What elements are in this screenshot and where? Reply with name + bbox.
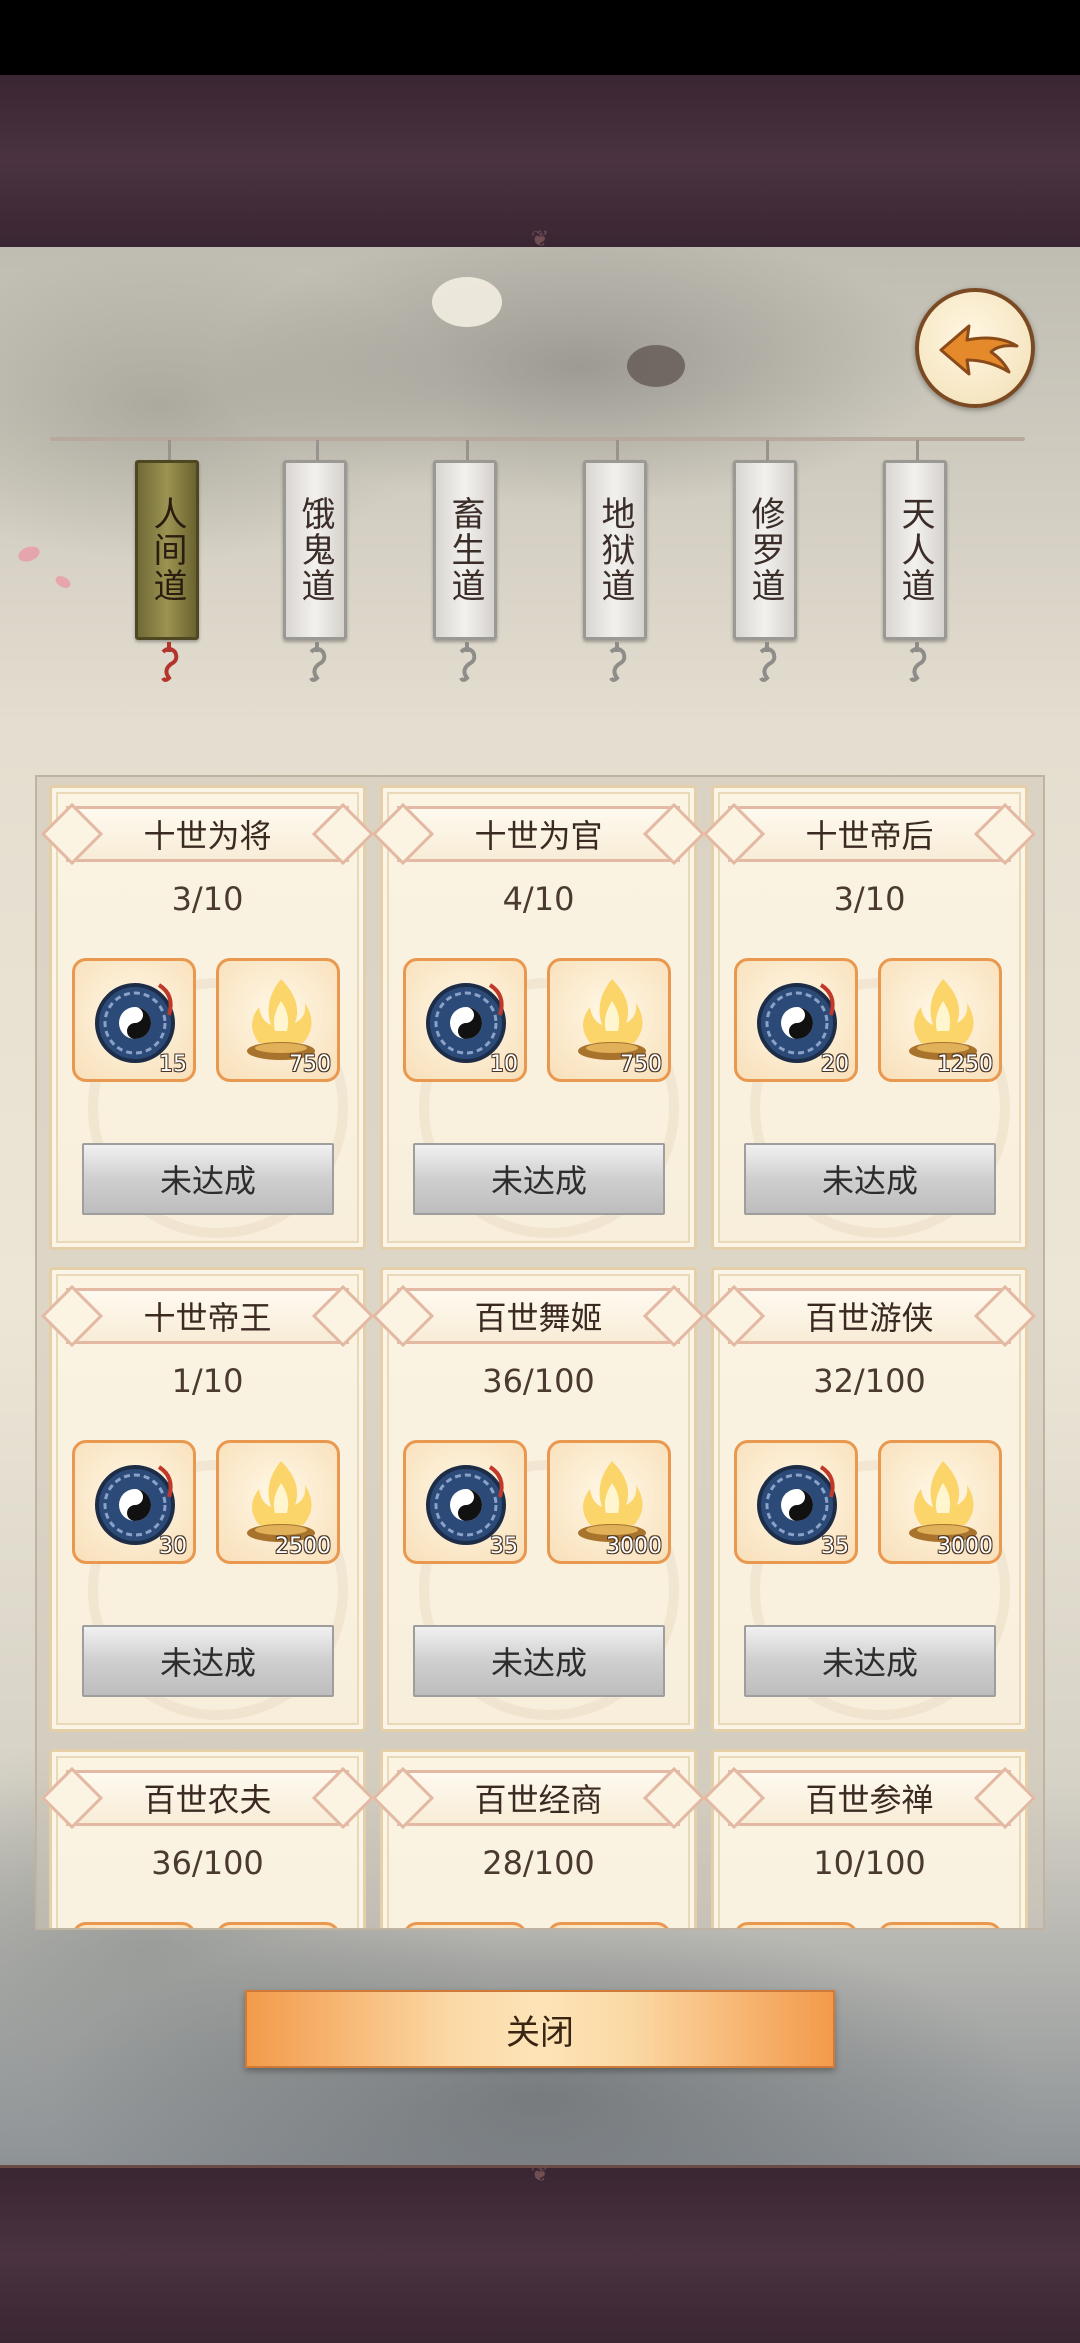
achievement-card: 十世为官 4/10 10 750 未达成 — [380, 785, 697, 1250]
status-button[interactable]: 未达成 — [82, 1625, 334, 1697]
status-button[interactable]: 未达成 — [744, 1625, 996, 1697]
reward-item[interactable]: 20 — [734, 958, 858, 1082]
status-button[interactable]: 未达成 — [413, 1143, 665, 1215]
tab-label-plate: 人间道 — [135, 460, 199, 640]
achievement-card: 十世为将 3/10 15 750 未达成 — [49, 785, 366, 1250]
tab-renjian[interactable]: 人间道 — [135, 440, 205, 690]
card-title: 百世参禅 — [728, 1770, 1011, 1826]
bottom-frame-band: ❦ — [0, 2162, 1080, 2343]
reward-item[interactable]: 15 — [72, 958, 196, 1082]
reward-item[interactable]: 3000 — [547, 1440, 671, 1564]
tab-chusheng[interactable]: 畜生道 — [433, 440, 503, 690]
reward-item[interactable]: 3000 — [878, 1440, 1002, 1564]
achievement-card: 百世农夫 36/100 — [49, 1749, 366, 1928]
card-progress: 32/100 — [813, 1362, 926, 1400]
reward-count: 3000 — [937, 1534, 993, 1559]
achievement-list[interactable]: 十世为将 3/10 15 750 未达成 十世为官 4/10 10 750 未达… — [35, 775, 1045, 1930]
reward-count: 2500 — [275, 1534, 331, 1559]
card-title: 百世经商 — [397, 1770, 680, 1826]
tab-label-plate: 修罗道 — [733, 460, 797, 640]
achievement-card: 百世游侠 32/100 35 3000 未达成 — [711, 1267, 1028, 1732]
reward-count: 750 — [289, 1052, 331, 1077]
reward-count: 15 — [159, 1052, 187, 1077]
card-progress: 4/10 — [502, 880, 575, 918]
card-title: 十世帝后 — [728, 806, 1011, 862]
reward-count: 10 — [490, 1052, 518, 1077]
reward-item[interactable] — [547, 1922, 671, 1928]
reward-item[interactable]: 10 — [403, 958, 527, 1082]
reward-item[interactable]: 35 — [403, 1440, 527, 1564]
reward-item[interactable]: 35 — [734, 1440, 858, 1564]
reward-item[interactable]: 2500 — [216, 1440, 340, 1564]
petal-decoration — [16, 543, 42, 565]
card-title: 十世为官 — [397, 806, 680, 862]
reward-item[interactable]: 30 — [72, 1440, 196, 1564]
tassel-icon — [759, 642, 777, 682]
card-progress: 10/100 — [813, 1844, 926, 1882]
achievement-card: 十世帝后 3/10 20 1250 未达成 — [711, 785, 1028, 1250]
back-button[interactable] — [915, 288, 1035, 408]
reward-count: 35 — [821, 1534, 849, 1559]
cloud-dark — [627, 345, 685, 387]
reward-item[interactable]: 750 — [216, 958, 340, 1082]
tassel-icon — [161, 642, 179, 682]
reward-count: 35 — [490, 1534, 518, 1559]
cloud-light — [432, 277, 502, 327]
tab-diyu[interactable]: 地狱道 — [583, 440, 653, 690]
ornament: ❦ — [530, 2162, 550, 2187]
card-progress: 3/10 — [171, 880, 244, 918]
tab-label-plate: 天人道 — [883, 460, 947, 640]
card-progress: 1/10 — [171, 1362, 244, 1400]
reward-item[interactable] — [216, 1922, 340, 1928]
back-arrow-icon — [939, 324, 1019, 376]
card-title: 百世游侠 — [728, 1288, 1011, 1344]
reward-item[interactable]: 1250 — [878, 958, 1002, 1082]
achievement-card: 百世参禅 10/100 — [711, 1749, 1028, 1928]
card-title: 十世为将 — [66, 806, 349, 862]
achievement-card: 百世经商 28/100 — [380, 1749, 697, 1928]
reward-count: 1250 — [937, 1052, 993, 1077]
card-progress: 3/10 — [833, 880, 906, 918]
reward-item[interactable] — [734, 1922, 858, 1928]
tab-egui[interactable]: 饿鬼道 — [283, 440, 353, 690]
status-button[interactable]: 未达成 — [82, 1143, 334, 1215]
tassel-icon — [609, 642, 627, 682]
reward-count: 30 — [159, 1534, 187, 1559]
reward-count: 750 — [620, 1052, 662, 1077]
card-title: 百世舞姬 — [397, 1288, 680, 1344]
status-bar — [0, 0, 1080, 75]
reward-item[interactable] — [403, 1922, 527, 1928]
tab-label-plate: 畜生道 — [433, 460, 497, 640]
achievement-card: 十世帝王 1/10 30 2500 未达成 — [49, 1267, 366, 1732]
tassel-icon — [309, 642, 327, 682]
reward-item[interactable] — [878, 1922, 1002, 1928]
card-title: 十世帝王 — [66, 1288, 349, 1344]
card-progress: 36/100 — [482, 1362, 595, 1400]
status-button[interactable]: 未达成 — [413, 1625, 665, 1697]
tassel-icon — [909, 642, 927, 682]
status-button[interactable]: 未达成 — [744, 1143, 996, 1215]
reward-item[interactable]: 750 — [547, 958, 671, 1082]
card-progress: 36/100 — [151, 1844, 264, 1882]
tab-label-plate: 饿鬼道 — [283, 460, 347, 640]
reward-item[interactable] — [72, 1922, 196, 1928]
close-button[interactable]: 关闭 — [245, 1990, 835, 2068]
petal-decoration — [53, 573, 73, 591]
tassel-icon — [459, 642, 477, 682]
achievement-card: 百世舞姬 36/100 35 3000 未达成 — [380, 1267, 697, 1732]
reward-count: 20 — [821, 1052, 849, 1077]
card-progress: 28/100 — [482, 1844, 595, 1882]
card-title: 百世农夫 — [66, 1770, 349, 1826]
tab-label-plate: 地狱道 — [583, 460, 647, 640]
tab-tianren[interactable]: 天人道 — [883, 440, 953, 690]
tab-xiuluo[interactable]: 修罗道 — [733, 440, 803, 690]
reward-count: 3000 — [606, 1534, 662, 1559]
top-frame-band: ❦ — [0, 75, 1080, 252]
